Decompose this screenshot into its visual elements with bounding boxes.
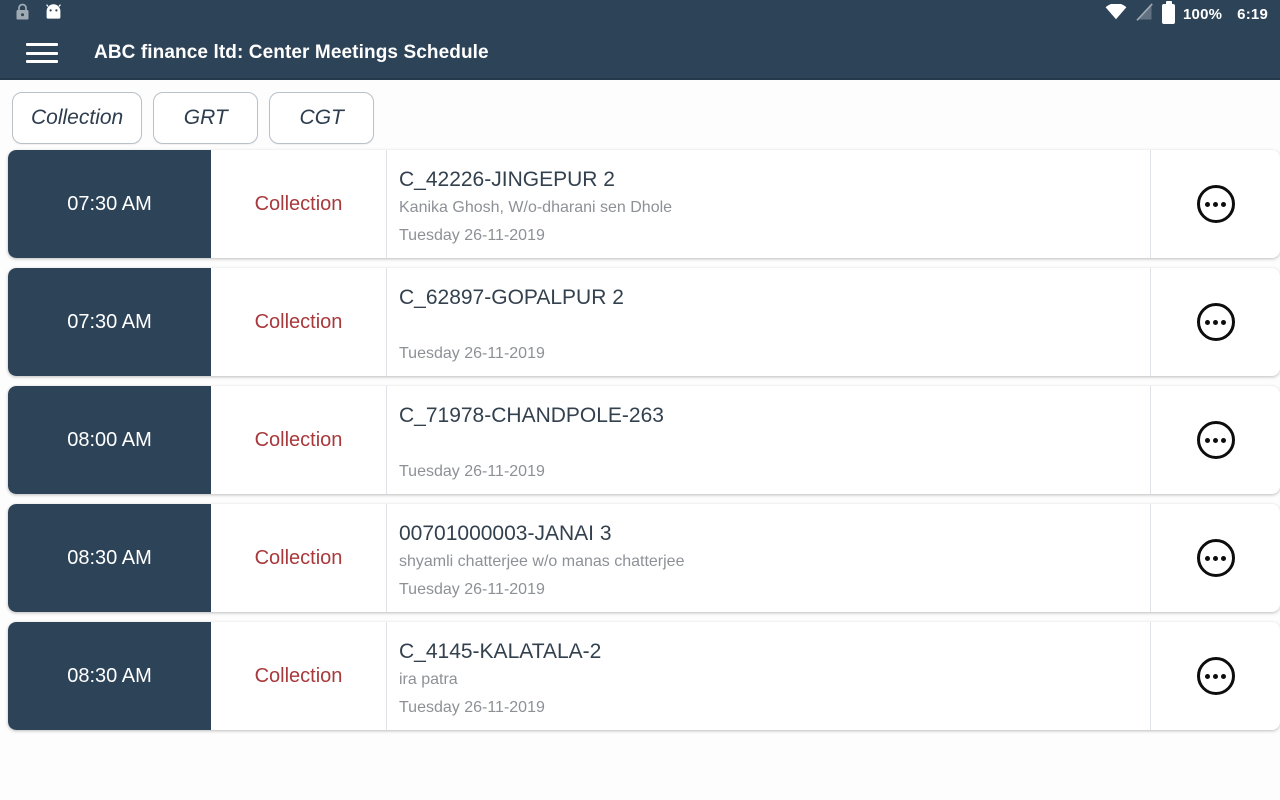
meeting-type: Collection (254, 192, 343, 215)
meeting-time: 08:00 AM (67, 428, 152, 451)
content-area: Collection GRT CGT 07:30 AM Collection C… (0, 80, 1280, 800)
meeting-date: Tuesday 26-11-2019 (399, 463, 545, 480)
tab-cgt-label: CGT (299, 106, 344, 129)
meeting-date: Tuesday 26-11-2019 (399, 227, 545, 244)
tab-collection[interactable]: Collection (12, 92, 143, 144)
tab-grt-label: GRT (183, 106, 228, 129)
more-options-icon[interactable] (1196, 185, 1235, 223)
meeting-time: 07:30 AM (67, 192, 152, 215)
meeting-contact-name (399, 312, 1150, 340)
meeting-action-cell (1151, 504, 1280, 612)
meeting-action-cell (1151, 150, 1280, 258)
meeting-time-cell: 08:00 AM (8, 386, 211, 494)
more-options-icon[interactable] (1196, 421, 1235, 459)
lock-icon (14, 3, 31, 26)
meeting-date: Tuesday 26-11-2019 (399, 581, 545, 598)
meeting-contact-name: shyamli chatterjee w/o manas chatterjee (399, 553, 685, 570)
meeting-detail-cell: C_71978-CHANDPOLE-263 Tuesday 26-11-2019 (387, 386, 1151, 494)
meeting-time: 08:30 AM (67, 664, 152, 687)
meeting-type: Collection (254, 546, 343, 569)
meeting-contact-name (399, 430, 1150, 458)
meeting-detail-cell: 00701000003-JANAI 3 shyamli chatterjee w… (387, 504, 1151, 612)
meeting-type: Collection (254, 428, 343, 451)
battery-icon (1162, 1, 1175, 24)
more-options-icon[interactable] (1196, 657, 1235, 695)
status-bar: 100% 6:19 (0, 0, 1280, 28)
meeting-action-cell (1151, 386, 1280, 494)
android-robot-icon (45, 4, 62, 24)
meeting-type-cell: Collection (211, 386, 387, 494)
meeting-center-name: C_71978-CHANDPOLE-263 (399, 404, 664, 427)
meeting-time-cell: 07:30 AM (8, 268, 211, 376)
meeting-type: Collection (254, 310, 343, 333)
meeting-detail-cell: C_62897-GOPALPUR 2 Tuesday 26-11-2019 (387, 268, 1151, 376)
meeting-row[interactable]: 08:30 AM Collection C_4145-KALATALA-2 ir… (8, 622, 1280, 730)
meeting-detail-cell: C_42226-JINGEPUR 2 Kanika Ghosh, W/o-dha… (387, 150, 1151, 258)
meeting-date: Tuesday 26-11-2019 (399, 699, 545, 716)
meeting-center-name: 00701000003-JANAI 3 (399, 522, 612, 545)
no-signal-icon (1136, 3, 1153, 25)
meeting-type-cell: Collection (211, 622, 387, 730)
meeting-row[interactable]: 08:00 AM Collection C_71978-CHANDPOLE-26… (8, 386, 1280, 494)
meeting-row[interactable]: 07:30 AM Collection C_62897-GOPALPUR 2 T… (8, 268, 1280, 376)
wifi-icon (1105, 3, 1127, 24)
meeting-center-name: C_4145-KALATALA-2 (399, 640, 602, 663)
hamburger-menu-icon[interactable] (26, 41, 58, 65)
meeting-action-cell (1151, 268, 1280, 376)
meeting-time: 07:30 AM (67, 310, 152, 333)
meeting-action-cell (1151, 622, 1280, 730)
battery-percent-label: 100% (1183, 5, 1223, 23)
meeting-time-cell: 08:30 AM (8, 504, 211, 612)
meeting-time: 08:30 AM (67, 546, 152, 569)
status-bar-clock: 6:19 (1237, 5, 1268, 23)
meeting-detail-cell: C_4145-KALATALA-2 ira patra Tuesday 26-1… (387, 622, 1151, 730)
meeting-type-cell: Collection (211, 504, 387, 612)
meeting-list: 07:30 AM Collection C_42226-JINGEPUR 2 K… (0, 150, 1280, 730)
meeting-center-name: C_62897-GOPALPUR 2 (399, 286, 624, 309)
meeting-time-cell: 08:30 AM (8, 622, 211, 730)
meeting-contact-name: Kanika Ghosh, W/o-dharani sen Dhole (399, 199, 673, 216)
tab-cgt[interactable]: CGT (269, 92, 375, 144)
more-options-icon[interactable] (1196, 539, 1235, 577)
meeting-time-cell: 07:30 AM (8, 150, 211, 258)
meeting-type-cell: Collection (211, 150, 387, 258)
meeting-type: Collection (254, 664, 343, 687)
meeting-row[interactable]: 08:30 AM Collection 00701000003-JANAI 3 … (8, 504, 1280, 612)
meeting-center-name: C_42226-JINGEPUR 2 (399, 168, 615, 191)
status-bar-right-icons: 100% 6:19 (1105, 1, 1268, 25)
page-title: ABC finance ltd: Center Meetings Schedul… (94, 42, 489, 63)
meeting-row[interactable]: 07:30 AM Collection C_42226-JINGEPUR 2 K… (8, 150, 1280, 258)
meeting-contact-name: ira patra (399, 671, 458, 688)
more-options-icon[interactable] (1196, 303, 1235, 341)
tab-grt[interactable]: GRT (153, 92, 259, 144)
tab-bar: Collection GRT CGT (0, 84, 1280, 150)
status-bar-left-icons (14, 3, 62, 26)
meeting-date: Tuesday 26-11-2019 (399, 345, 545, 362)
meeting-type-cell: Collection (211, 268, 387, 376)
tab-collection-label: Collection (31, 106, 124, 129)
app-bar: ABC finance ltd: Center Meetings Schedul… (0, 28, 1280, 80)
